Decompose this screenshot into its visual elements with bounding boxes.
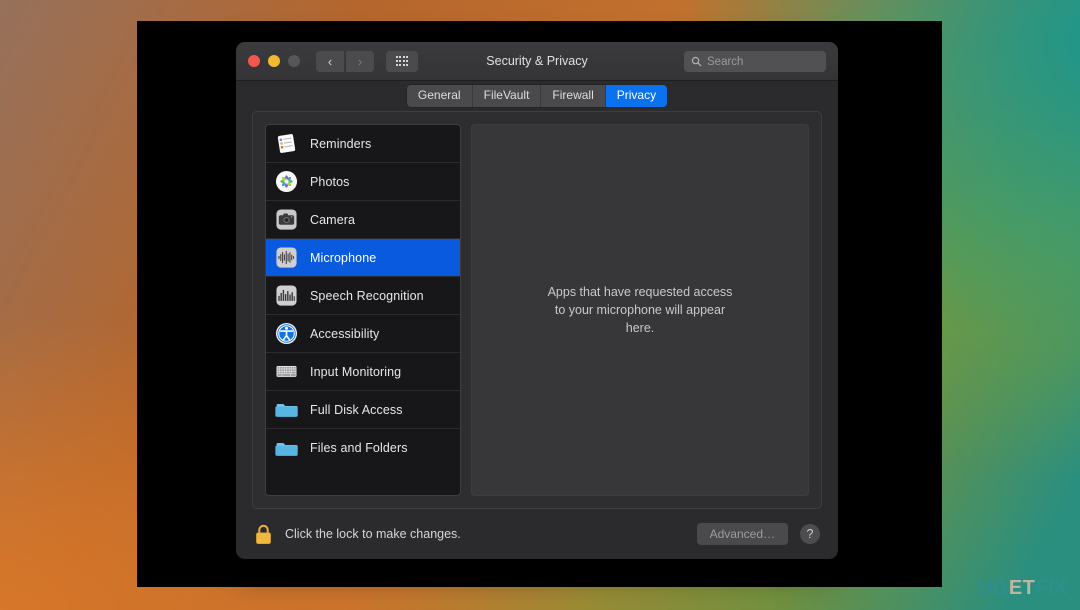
folder-icon [275,442,298,456]
forward-button: › [346,50,374,72]
tab-filevault[interactable]: FileVault [472,85,542,107]
desktop-wallpaper: ‹ › Security & Privacy Search General Fi… [0,0,1080,610]
sidebar-item-label: Camera [310,212,356,227]
traffic-light-group [248,55,300,67]
search-icon [691,56,702,67]
sidebar-item-reminders[interactable]: Reminders [266,125,460,163]
tab-general[interactable]: General [406,85,473,107]
reminders-icon [277,134,296,153]
sidebar-item-label: Accessibility [310,326,380,341]
lock-hint-text: Click the lock to make changes. [285,527,461,541]
accessibility-icon [275,322,298,345]
system-preferences-window: ‹ › Security & Privacy Search General Fi… [236,42,838,559]
close-button[interactable] [248,55,260,67]
zoom-button [288,55,300,67]
privacy-pane: Reminders Photos Camera Microphone Speec… [252,111,822,509]
sidebar-item-label: Reminders [310,136,372,151]
sidebar-item-photos[interactable]: Photos [266,163,460,201]
lock-closed-icon[interactable] [254,523,273,546]
chevron-right-icon: › [357,53,363,69]
watermark-part-1: UG [977,577,1009,599]
empty-state-message: Apps that have requested access to your … [547,284,733,336]
sidebar-item-camera[interactable]: Camera [266,201,460,239]
navigation-buttons: ‹ › [316,50,374,72]
folder-icon [275,403,298,417]
sidebar-item-files-and-folders[interactable]: Files and Folders [266,429,460,467]
search-field[interactable] [684,51,826,72]
watermark-part-3: FIX [1035,577,1068,599]
tab-group: General FileVault Firewall Privacy [406,85,668,107]
microphone-icon [276,247,297,268]
sidebar-item-label: Full Disk Access [310,402,403,417]
screen-bezel: ‹ › Security & Privacy Search General Fi… [137,21,942,587]
chevron-left-icon: ‹ [327,53,333,69]
show-all-button[interactable] [386,50,418,72]
sidebar-item-microphone[interactable]: Microphone [266,239,460,277]
back-button[interactable]: ‹ [316,50,344,72]
sidebar-item-speech-recognition[interactable]: Speech Recognition [266,277,460,315]
window-footer: Click the lock to make changes. Advanced… [236,509,838,559]
camera-icon [276,209,297,230]
sidebar-item-label: Microphone [310,250,377,265]
tab-bar: General FileVault Firewall Privacy [236,81,838,109]
tab-firewall[interactable]: Firewall [541,85,606,107]
sidebar-item-accessibility[interactable]: Accessibility [266,315,460,353]
advanced-button[interactable]: Advanced… [696,523,788,545]
search-input[interactable] [707,55,807,68]
app-list-pane: Apps that have requested access to your … [471,124,809,496]
grid-icon [395,56,409,66]
help-button[interactable]: ? [800,524,820,544]
sidebar-item-label: Photos [310,174,350,189]
sidebar-item-full-disk-access[interactable]: Full Disk Access [266,391,460,429]
sidebar-item-input-monitoring[interactable]: Input Monitoring [266,353,460,391]
ugetfix-watermark: UGETFIX [978,577,1068,600]
window-titlebar: ‹ › Security & Privacy [236,42,838,81]
sidebar-item-label: Files and Folders [310,441,408,455]
tab-privacy[interactable]: Privacy [605,85,668,107]
privacy-category-list[interactable]: Reminders Photos Camera Microphone Speec… [265,124,461,496]
sidebar-item-label: Speech Recognition [310,288,424,303]
minimize-button[interactable] [268,55,280,67]
watermark-part-2: ET [1008,577,1036,599]
photos-icon [275,170,298,193]
keyboard-icon [275,365,298,378]
sidebar-item-label: Input Monitoring [310,364,402,379]
speech-recognition-icon [276,285,297,306]
